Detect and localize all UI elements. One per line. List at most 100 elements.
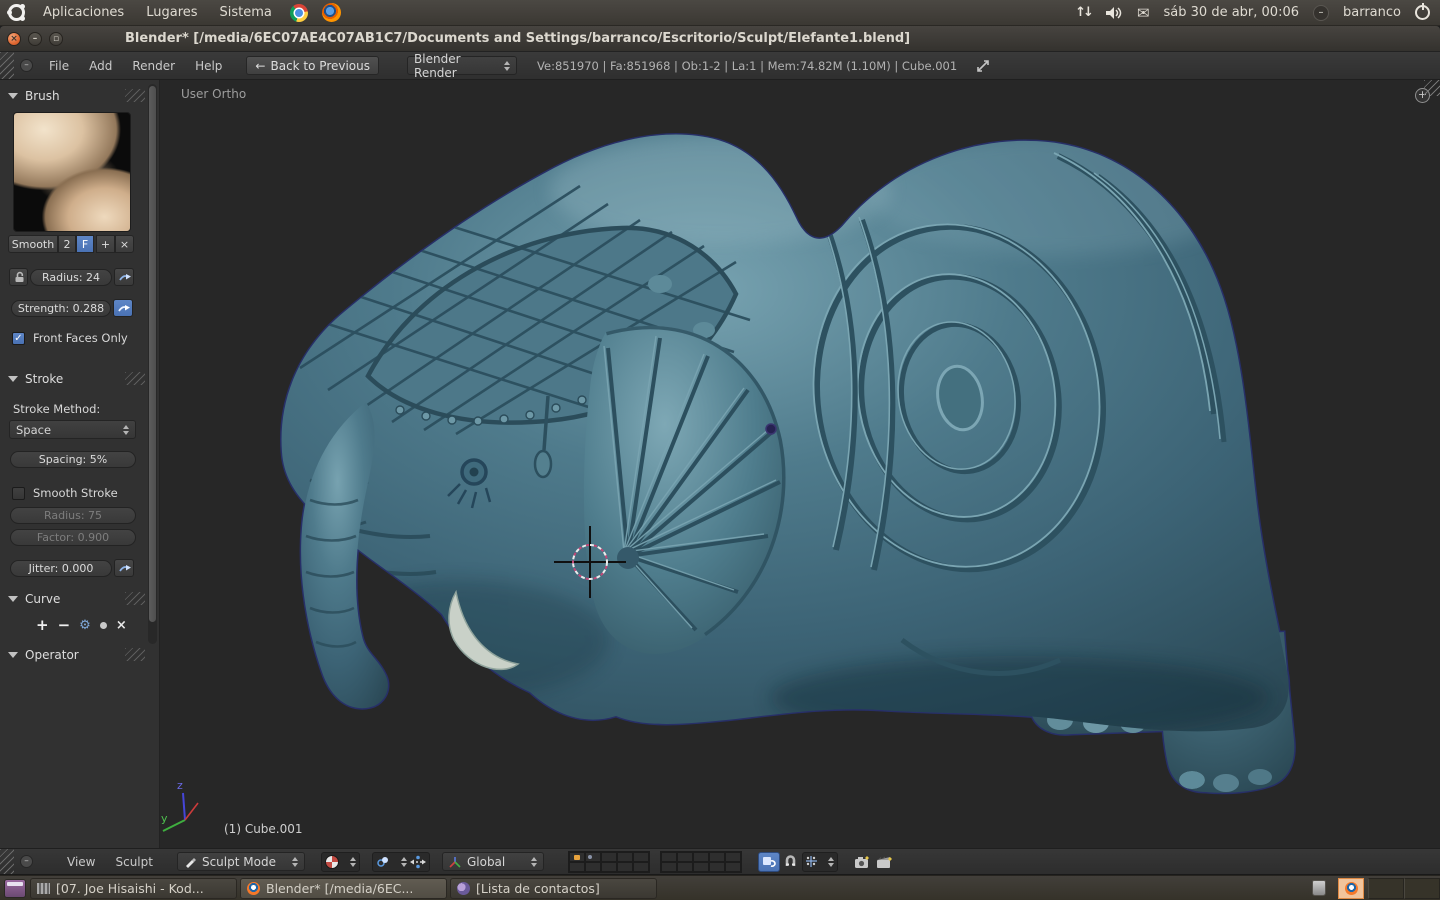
window-maximize-button[interactable]: ▫ bbox=[49, 32, 63, 46]
panel-drag-widget[interactable] bbox=[125, 592, 145, 605]
manipulator-toggle-icon[interactable] bbox=[410, 855, 426, 869]
task-blender[interactable]: Blender* [/media/6EC... bbox=[240, 878, 447, 899]
menu-render[interactable]: Render bbox=[122, 59, 185, 73]
orientation-select[interactable]: Global bbox=[442, 852, 544, 871]
jitter-pressure-toggle[interactable] bbox=[114, 559, 134, 577]
user-name[interactable]: barranco bbox=[1343, 5, 1401, 20]
show-desktop-button[interactable] bbox=[4, 879, 26, 898]
workspace-blender-tile[interactable] bbox=[1338, 878, 1364, 899]
window-minimize-button[interactable]: – bbox=[28, 32, 42, 46]
snap-toggle[interactable] bbox=[780, 852, 802, 872]
layer-cell[interactable] bbox=[677, 852, 693, 862]
scene-lock-toggle[interactable] bbox=[758, 852, 780, 872]
chrome-launcher-icon[interactable] bbox=[290, 4, 308, 22]
layers-grid-left[interactable] bbox=[568, 851, 650, 873]
curve-handle-type-icon[interactable] bbox=[100, 622, 107, 629]
menu-view[interactable]: View bbox=[57, 855, 105, 869]
strength-slider[interactable]: Strength: 0.288 bbox=[11, 300, 111, 317]
layer-cell[interactable] bbox=[709, 852, 725, 862]
menu-sistema[interactable]: Sistema bbox=[216, 3, 276, 22]
menu-lugares[interactable]: Lugares bbox=[142, 3, 201, 22]
layer-cell[interactable] bbox=[709, 862, 725, 872]
task-media-player[interactable]: [07. Joe Hisaishi - Kod... bbox=[30, 878, 237, 899]
menu-aplicaciones[interactable]: Aplicaciones bbox=[39, 3, 128, 22]
menu-sculpt[interactable]: Sculpt bbox=[105, 855, 162, 869]
toolshelf-scrollbar-thumb[interactable] bbox=[149, 86, 156, 622]
layers-grid-right[interactable] bbox=[660, 851, 742, 873]
pivot-point-icon[interactable] bbox=[376, 855, 390, 869]
layer-cell[interactable] bbox=[617, 852, 633, 862]
layer-cell[interactable] bbox=[725, 862, 741, 872]
front-faces-checkbox[interactable]: ✓ bbox=[12, 332, 25, 345]
panel-drag-widget[interactable] bbox=[125, 648, 145, 661]
layer-cell[interactable] bbox=[601, 852, 617, 862]
opengl-render-button[interactable] bbox=[852, 852, 874, 872]
brush-unlink-button[interactable]: × bbox=[115, 235, 134, 253]
layer-cell[interactable] bbox=[661, 852, 677, 862]
panel-header-stroke[interactable]: Stroke bbox=[8, 372, 63, 386]
curve-preset-wrench-icon[interactable]: ⚙ bbox=[79, 618, 91, 633]
firefox-launcher-icon[interactable] bbox=[322, 3, 341, 22]
network-icon[interactable]: ↑↓ bbox=[1075, 5, 1091, 20]
brush-name-field[interactable]: Smooth bbox=[8, 235, 58, 253]
menu-add[interactable]: Add bbox=[79, 59, 122, 73]
trash-icon[interactable] bbox=[1312, 880, 1326, 896]
strength-pressure-toggle[interactable] bbox=[113, 299, 133, 317]
clock[interactable]: sáb 30 de abr, 00:06 bbox=[1164, 5, 1299, 20]
sculpt-object-elephant[interactable]: y z bbox=[160, 80, 1440, 848]
menu-help[interactable]: Help bbox=[185, 59, 232, 73]
panel-drag-widget[interactable] bbox=[125, 89, 145, 102]
snap-element-select[interactable] bbox=[802, 852, 838, 872]
panel-header-operator[interactable]: Operator bbox=[8, 648, 79, 662]
editor-corner-widget[interactable] bbox=[0, 849, 14, 874]
spacing-slider[interactable]: Spacing: 5% bbox=[10, 451, 136, 468]
layers-widget[interactable] bbox=[568, 851, 742, 873]
panel-header-curve[interactable]: Curve bbox=[8, 592, 60, 606]
layer-cell[interactable] bbox=[617, 862, 633, 872]
smooth-factor-slider[interactable]: Factor: 0.900 bbox=[10, 529, 136, 546]
opengl-render-anim-button[interactable] bbox=[874, 852, 896, 872]
layer-cell[interactable] bbox=[725, 852, 741, 862]
smooth-stroke-checkbox[interactable] bbox=[12, 487, 25, 500]
brush-fake-user-button[interactable]: F bbox=[76, 235, 94, 253]
viewport-corner-widget[interactable] bbox=[1424, 80, 1440, 96]
editor-type-button[interactable]: – bbox=[20, 59, 33, 72]
layer-cell[interactable] bbox=[693, 852, 709, 862]
layer-cell[interactable] bbox=[585, 852, 601, 862]
layer-cell-active[interactable] bbox=[569, 852, 585, 862]
curve-delete-point-button[interactable]: − bbox=[58, 616, 71, 634]
window-close-button[interactable]: × bbox=[7, 32, 21, 46]
layer-cell[interactable] bbox=[569, 862, 585, 872]
radius-pressure-toggle[interactable] bbox=[114, 268, 134, 286]
brush-users-button[interactable]: 2 bbox=[58, 235, 76, 253]
radius-slider[interactable]: Radius: 24 bbox=[30, 269, 112, 286]
volume-icon[interactable] bbox=[1105, 6, 1123, 20]
layer-cell[interactable] bbox=[677, 862, 693, 872]
editor-type-button[interactable]: – bbox=[20, 855, 33, 868]
stroke-method-select[interactable]: Space bbox=[9, 420, 136, 439]
layer-cell[interactable] bbox=[601, 862, 617, 872]
workspace-cell[interactable] bbox=[1368, 878, 1404, 899]
layer-cell[interactable] bbox=[633, 852, 649, 862]
panel-drag-widget[interactable] bbox=[125, 372, 145, 385]
viewport-3d[interactable]: y z User Ortho (1) Cube.001 + bbox=[160, 80, 1440, 848]
curve-reset-button[interactable]: × bbox=[116, 618, 127, 633]
unified-radius-lock-icon[interactable] bbox=[9, 268, 28, 286]
brush-preview-image[interactable] bbox=[13, 112, 131, 232]
maximize-area-icon[interactable] bbox=[975, 58, 991, 74]
brush-add-button[interactable]: + bbox=[96, 235, 115, 253]
mail-indicator-icon[interactable]: ✉ bbox=[1137, 4, 1150, 22]
task-contacts[interactable]: [Lista de contactos] bbox=[450, 878, 657, 899]
power-icon[interactable] bbox=[1415, 5, 1430, 20]
me-menu-icon[interactable]: – bbox=[1313, 5, 1329, 21]
curve-add-point-button[interactable]: + bbox=[36, 616, 49, 634]
layer-cell[interactable] bbox=[693, 862, 709, 872]
jitter-slider[interactable]: Jitter: 0.000 bbox=[10, 560, 112, 577]
layer-cell[interactable] bbox=[633, 862, 649, 872]
menu-file[interactable]: File bbox=[39, 59, 79, 73]
back-to-previous-button[interactable]: ← Back to Previous bbox=[246, 56, 379, 75]
layer-cell[interactable] bbox=[585, 862, 601, 872]
smooth-radius-slider[interactable]: Radius: 75 bbox=[10, 507, 136, 524]
render-engine-select[interactable]: Blender Render bbox=[407, 56, 517, 75]
workspace-cell[interactable] bbox=[1404, 878, 1440, 899]
